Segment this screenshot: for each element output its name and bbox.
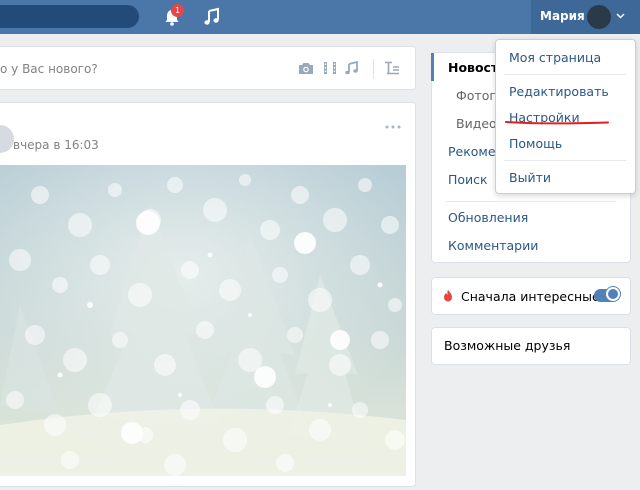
possible-friends-title[interactable]: Возможные друзья xyxy=(444,338,570,353)
menu-item-my-page[interactable]: Моя страница xyxy=(509,50,601,65)
menu-item-help[interactable]: Помощь xyxy=(509,136,562,151)
camera-icon[interactable] xyxy=(298,61,314,75)
nav-active-indicator xyxy=(431,53,434,81)
text-format-icon[interactable] xyxy=(384,61,400,75)
video-icon[interactable] xyxy=(322,61,338,75)
user-name[interactable]: Мария xyxy=(540,9,585,23)
sidebar-item-updates[interactable]: Обновления xyxy=(448,210,528,225)
feed-post: вчера в 16:03 xyxy=(0,102,416,487)
more-options-icon[interactable] xyxy=(384,124,402,130)
music-icon[interactable] xyxy=(203,7,221,27)
chevron-down-icon[interactable] xyxy=(616,13,625,19)
menu-item-edit[interactable]: Редактировать xyxy=(509,84,609,99)
notification-badge: 1 xyxy=(171,4,184,17)
avatar[interactable] xyxy=(587,5,611,29)
post-photo[interactable] xyxy=(0,165,406,476)
post-author-avatar[interactable] xyxy=(0,125,14,153)
menu-item-logout[interactable]: Выйти xyxy=(509,170,551,185)
menu-divider xyxy=(504,74,626,75)
interesting-first-label[interactable]: Сначала интересные xyxy=(461,289,600,304)
composer-separator xyxy=(373,59,374,79)
post-time[interactable]: вчера в 16:03 xyxy=(13,138,99,152)
sidebar-item-search[interactable]: Поиск xyxy=(448,172,488,187)
post-composer[interactable]: о у Вас нового? xyxy=(0,46,416,90)
nav-divider xyxy=(446,201,616,202)
music-icon[interactable] xyxy=(344,61,360,75)
toggle-knob[interactable] xyxy=(606,287,620,301)
menu-divider xyxy=(504,160,626,161)
composer-placeholder[interactable]: о у Вас нового? xyxy=(0,62,98,76)
search-input[interactable] xyxy=(0,5,139,28)
settings-highlight-underline xyxy=(505,121,609,125)
sidebar-item-comments[interactable]: Комментарии xyxy=(448,238,538,253)
fire-icon xyxy=(444,289,452,302)
